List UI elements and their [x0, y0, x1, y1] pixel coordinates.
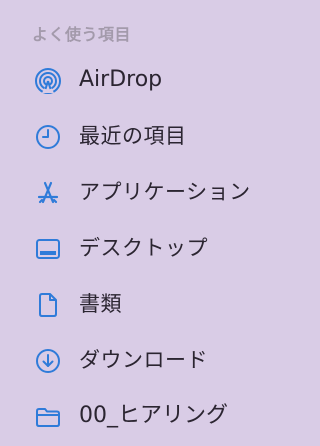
- applications-icon: [34, 179, 62, 207]
- sidebar-item-label: 書類: [79, 292, 122, 316]
- sidebar-item-label: 最近の項目: [79, 124, 187, 148]
- sidebar-item-label: AirDrop: [79, 67, 163, 92]
- sidebar-item-airdrop[interactable]: AirDrop: [24, 58, 286, 102]
- sidebar-item-label: アプリケーション: [79, 180, 251, 204]
- document-icon: [34, 291, 62, 319]
- clock-icon: [34, 123, 62, 151]
- sidebar-item-folder-hearing[interactable]: 00_ヒアリング: [24, 394, 286, 438]
- sidebar-item-desktop[interactable]: デスクトップ: [24, 226, 286, 270]
- sidebar-item-label: 00_ヒアリング: [79, 403, 228, 428]
- sidebar-item-label: デスクトップ: [79, 236, 208, 260]
- favorites-section-header: よく使う項目: [32, 25, 132, 44]
- sidebar-item-label: ダウンロード: [79, 348, 208, 372]
- sidebar-item-recents[interactable]: 最近の項目: [24, 114, 286, 158]
- sidebar-item-documents[interactable]: 書類: [24, 282, 286, 326]
- folder-icon: [34, 403, 62, 431]
- desktop-icon: [34, 235, 62, 263]
- download-icon: [34, 347, 62, 375]
- sidebar-item-downloads[interactable]: ダウンロード: [24, 338, 286, 382]
- sidebar-item-applications[interactable]: アプリケーション: [24, 170, 286, 214]
- airdrop-icon: [34, 67, 62, 95]
- finder-sidebar: よく使う項目 AirDrop 最近の項目 アプリケーション デスクトップ 書類 …: [0, 0, 298, 446]
